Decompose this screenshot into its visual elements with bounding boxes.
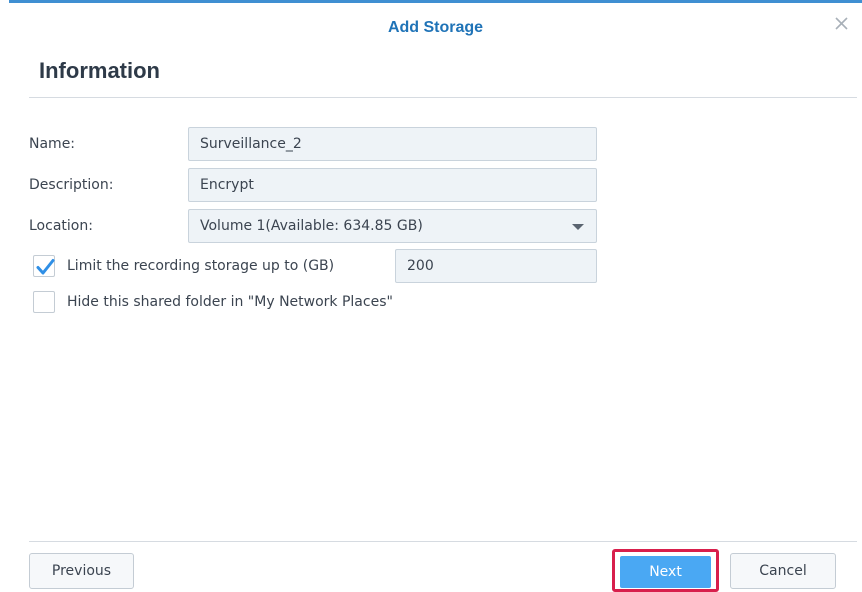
chevron-down-icon[interactable] [572, 224, 584, 230]
section-title: Information [39, 58, 160, 83]
description-label: Description: [29, 177, 114, 193]
name-label: Name: [29, 136, 76, 152]
location-select-value: Volume 1(Available: 634.85 GB) [200, 218, 423, 234]
footer-divider [29, 541, 857, 542]
previous-button[interactable]: Previous [29, 553, 134, 589]
next-button[interactable]: Next [620, 556, 711, 588]
limit-storage-input[interactable] [395, 249, 597, 283]
location-select[interactable]: Volume 1(Available: 634.85 GB) [188, 209, 597, 243]
limit-storage-checkbox[interactable] [33, 255, 55, 277]
add-storage-dialog: Add Storage Information Name: Descriptio… [9, 0, 862, 592]
hide-folder-label[interactable]: Hide this shared folder in "My Network P… [67, 294, 393, 310]
location-label: Location: [29, 218, 93, 234]
next-button-highlight: Next [612, 549, 719, 592]
name-input[interactable] [188, 127, 597, 161]
cancel-button[interactable]: Cancel [730, 553, 836, 589]
section-divider [29, 97, 857, 98]
close-icon[interactable] [831, 13, 853, 35]
description-input[interactable] [188, 168, 597, 202]
checkmark-icon [36, 259, 55, 275]
dialog-title: Add Storage [387, 19, 484, 36]
hide-folder-checkbox[interactable] [33, 291, 55, 313]
limit-storage-label[interactable]: Limit the recording storage up to (GB) [67, 258, 334, 274]
title-accent-bar [9, 0, 862, 3]
